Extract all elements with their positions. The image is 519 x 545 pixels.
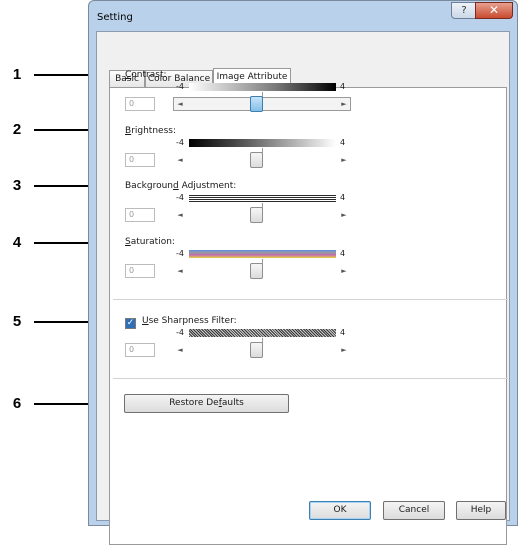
scale-min-label: -4 [176, 193, 184, 202]
scroll-right-icon[interactable]: ► [339, 344, 349, 356]
slider-label: Background Adjustment: [125, 181, 236, 191]
scroll-left-icon[interactable]: ◄ [175, 98, 185, 110]
restore-label-a: Restore De [169, 398, 219, 408]
slider-thumb[interactable] [250, 96, 263, 112]
label-part: rightness: [131, 126, 176, 136]
scale-min-label: -4 [176, 138, 184, 147]
callout-4: 4 [12, 234, 22, 251]
value-field[interactable]: 0 [125, 343, 155, 357]
value-field[interactable]: 0 [125, 208, 155, 222]
callout-3: 3 [12, 177, 22, 194]
dialog-client-area: Basic Color Balance Image Attribute ✓ Co… [96, 31, 510, 545]
title-bar[interactable]: Setting ? ✕ [89, 1, 517, 31]
restore-defaults-button[interactable]: Restore Defaults [124, 394, 289, 413]
scale-gradient-bar [189, 329, 336, 337]
slider-thumb[interactable] [250, 342, 263, 358]
label-part: Adjustment: [178, 181, 237, 191]
scale-max-label: 4 [340, 328, 346, 337]
label-part: ontrast: [131, 70, 167, 80]
scroll-left-icon[interactable]: ◄ [175, 265, 185, 277]
value-field[interactable]: 0 [125, 264, 155, 278]
scale-gradient-bar [189, 194, 336, 202]
callout-6: 6 [12, 395, 22, 412]
callout-2: 2 [12, 121, 22, 138]
help-button[interactable]: Help [456, 501, 506, 520]
settings-dialog: Setting ? ✕ Basic Color Balance Image At… [88, 0, 518, 545]
value-field[interactable]: 0 [125, 97, 155, 111]
scale-min-label: -4 [176, 82, 184, 91]
scale-max-label: 4 [340, 193, 346, 202]
scroll-left-icon[interactable]: ◄ [175, 344, 185, 356]
value-field[interactable]: 0 [125, 153, 155, 167]
restore-label-b: aults [221, 398, 244, 408]
scale-min-label: -4 [176, 249, 184, 258]
slider-label: Saturation: [125, 237, 175, 247]
scale-min-label: -4 [176, 328, 184, 337]
slider-group: Contrast: -4 4 0 ◄ ► Brightness: -4 4 0 ◄ ► Backgrou… [97, 32, 509, 520]
scale-max-label: 4 [340, 82, 346, 91]
close-icon: ✕ [488, 3, 500, 17]
label-part: se Sharpness Filter: [148, 316, 237, 326]
window-title: Setting [97, 12, 133, 23]
scroll-left-icon[interactable]: ◄ [175, 154, 185, 166]
ok-button[interactable]: OK [309, 501, 371, 520]
callout-5: 5 [12, 313, 22, 330]
scroll-right-icon[interactable]: ► [339, 154, 349, 166]
cancel-button[interactable]: Cancel [383, 501, 445, 520]
label-part: Backgroun [125, 181, 173, 191]
scale-gradient-bar [189, 250, 336, 258]
scroll-right-icon[interactable]: ► [339, 265, 349, 277]
scroll-right-icon[interactable]: ► [339, 209, 349, 221]
scroll-right-icon[interactable]: ► [339, 98, 349, 110]
label-accelerator: U [142, 316, 149, 326]
close-button[interactable]: ✕ [475, 2, 513, 19]
slider-thumb[interactable] [250, 152, 263, 168]
slider-thumb[interactable] [250, 207, 263, 223]
slider-label: Brightness: [125, 126, 176, 136]
callout-1: 1 [12, 66, 22, 83]
slider-thumb[interactable] [250, 263, 263, 279]
slider-label: Use Sharpness Filter: [142, 316, 237, 326]
scroll-left-icon[interactable]: ◄ [175, 209, 185, 221]
help-title-button[interactable]: ? [451, 2, 477, 19]
scale-max-label: 4 [340, 138, 346, 147]
scale-gradient-bar [189, 83, 336, 91]
scale-gradient-bar [189, 139, 336, 147]
label-part: aturation: [130, 237, 175, 247]
slider-label: Contrast: [125, 70, 167, 80]
scale-max-label: 4 [340, 249, 346, 258]
